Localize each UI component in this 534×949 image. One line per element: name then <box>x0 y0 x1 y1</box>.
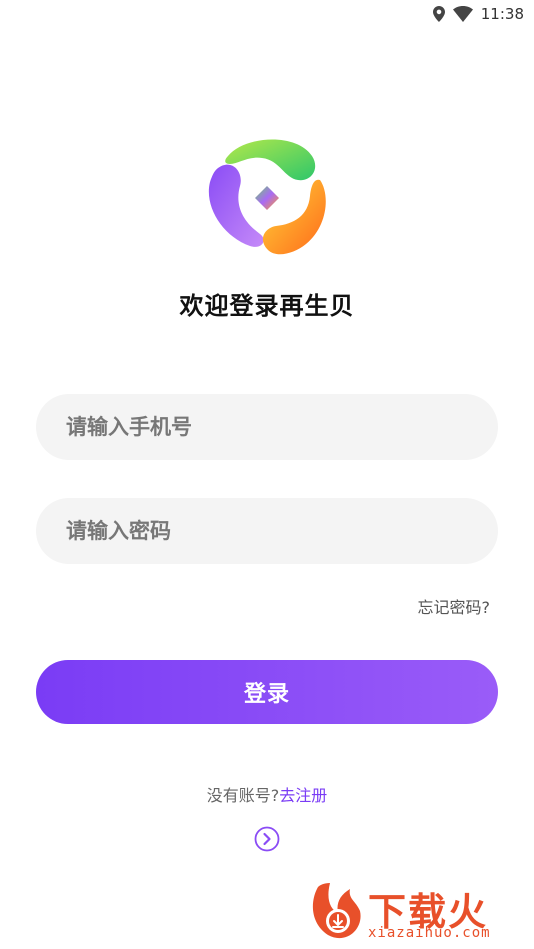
watermark-logo-icon <box>312 883 361 939</box>
welcome-title: 欢迎登录再生贝 <box>179 292 355 320</box>
chevron-right-icon[interactable] <box>254 826 280 852</box>
status-icons: 11:38 <box>432 5 524 23</box>
password-field[interactable] <box>36 498 498 564</box>
wifi-icon <box>452 6 473 22</box>
forgot-password-link[interactable]: 忘记密码? <box>418 594 491 618</box>
status-bar: 11:38 <box>0 0 534 30</box>
watermark: 下载火 xiazaihuo.com <box>306 879 526 945</box>
location-icon <box>432 6 445 22</box>
password-input[interactable] <box>36 498 498 564</box>
login-button[interactable]: 登录 <box>36 660 498 724</box>
phone-field[interactable] <box>36 394 498 460</box>
status-time: 11:38 <box>480 5 524 23</box>
register-link[interactable]: 去注册 <box>279 786 327 805</box>
register-prompt-text: 没有账号? <box>206 786 280 805</box>
register-prompt: 没有账号?去注册 <box>0 782 534 806</box>
watermark-subtitle: xiazaihuo.com <box>368 925 491 941</box>
phone-input[interactable] <box>36 394 498 460</box>
app-logo <box>204 134 330 260</box>
